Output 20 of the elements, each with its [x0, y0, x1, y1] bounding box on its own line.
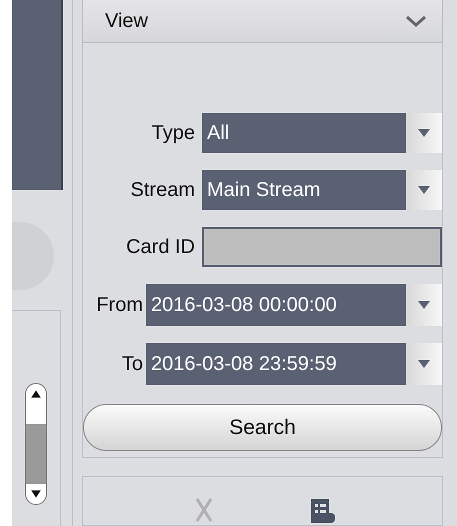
caret-icon	[417, 128, 431, 138]
caret-icon	[417, 359, 431, 369]
field-label: Card ID	[126, 236, 195, 258]
input-field[interactable]	[202, 227, 442, 267]
dropdown-field[interactable]: 2016-03-08 00:00:00	[146, 284, 442, 326]
dropdown-field[interactable]: Main Stream	[202, 170, 442, 210]
scrollbar[interactable]	[25, 383, 47, 505]
caret-icon	[417, 185, 431, 195]
field-label: To	[122, 352, 143, 376]
field-label: Type	[152, 122, 195, 144]
dropdown-field[interactable]: 2016-03-08 23:59:59	[146, 343, 442, 385]
up-arrow-icon[interactable]	[30, 388, 42, 400]
view-dropdown[interactable]: View	[82, 0, 443, 43]
down-arrow-icon[interactable]	[30, 488, 42, 500]
chevron-down-icon	[404, 14, 428, 28]
field-label: From	[96, 294, 143, 316]
dropdown-field[interactable]: All	[202, 113, 442, 153]
caret-icon	[417, 300, 431, 310]
search-button[interactable]: Search	[83, 404, 442, 451]
field-label: Stream	[130, 178, 195, 202]
